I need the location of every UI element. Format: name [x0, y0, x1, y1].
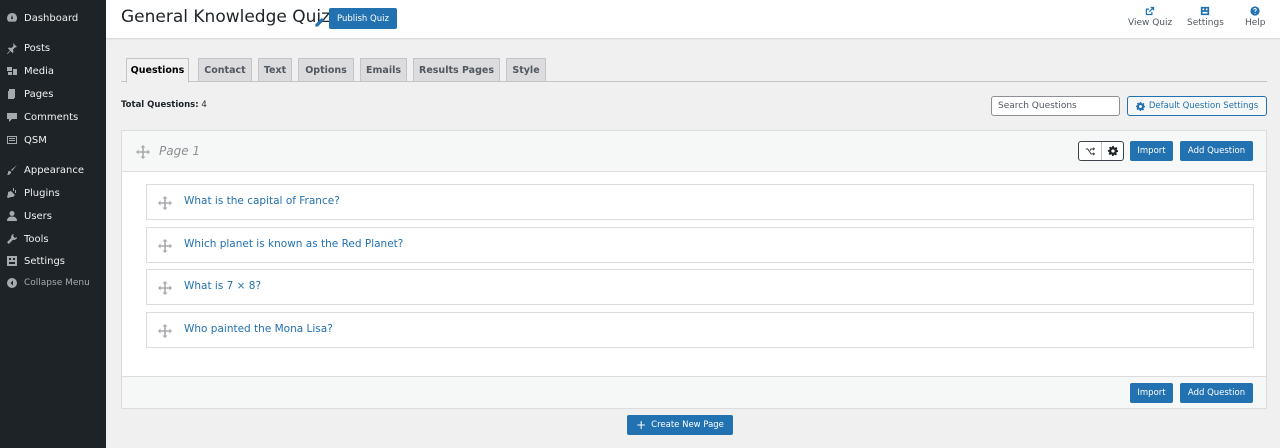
create-page-label: Create New Page [651, 420, 724, 430]
plus-icon: + [636, 418, 647, 432]
brush-icon [6, 164, 18, 176]
sidebar-item-pages[interactable]: Pages [0, 83, 106, 105]
view-quiz-label: View Quiz [1128, 18, 1173, 28]
page-tool-group [1078, 141, 1124, 161]
tab-options[interactable]: Options [298, 58, 354, 82]
question-item[interactable]: What is the capital of France? [146, 184, 1254, 220]
sidebar-item-label: Users [24, 210, 53, 222]
sidebar-item-media[interactable]: Media [0, 60, 106, 82]
help-button[interactable]: Help [1245, 6, 1266, 28]
total-questions: Total Questions: 4 [121, 100, 207, 110]
sidebar-item-label: Comments [24, 111, 79, 123]
settings-label: Settings [1187, 18, 1224, 28]
move-handle-icon[interactable] [158, 280, 172, 295]
tab-questions[interactable]: Questions [126, 58, 189, 83]
pencil-icon[interactable] [314, 13, 325, 27]
move-handle-icon[interactable] [158, 195, 172, 210]
shuffle-button[interactable] [1079, 142, 1101, 160]
question-item[interactable]: Which planet is known as the Red Planet? [146, 227, 1254, 263]
sidebar-item-label: Collapse Menu [24, 278, 90, 288]
sidebar-item-tools[interactable]: Tools [0, 228, 106, 250]
question-text[interactable]: What is 7 × 8? [184, 280, 261, 292]
sidebar-item-label: Dashboard [24, 12, 79, 24]
collapse-icon [6, 277, 18, 289]
sidebar-item-users[interactable]: Users [0, 205, 106, 227]
qsm-icon [6, 134, 18, 146]
sidebar-item-plugins[interactable]: Plugins [0, 182, 106, 204]
help-icon [1250, 6, 1260, 16]
tab-contact[interactable]: Contact [198, 58, 252, 82]
search-questions-input[interactable] [991, 96, 1120, 116]
dashboard-icon [6, 12, 18, 24]
quiz-page-panel: Page 1 Import Add Question What is the c… [121, 130, 1267, 409]
page-footer: Import Add Question [122, 376, 1266, 408]
sidebar-item-appearance[interactable]: Appearance [0, 159, 106, 181]
media-icon [6, 65, 18, 77]
question-text[interactable]: Which planet is known as the Red Planet? [184, 238, 403, 250]
tab-emails[interactable]: Emails [360, 58, 407, 82]
page-header: Page 1 Import Add Question [122, 131, 1266, 172]
page-label: Page 1 [159, 144, 201, 158]
external-link-icon [1145, 6, 1155, 16]
sidebar-item-posts[interactable]: Posts [0, 37, 106, 59]
gear-icon [1107, 146, 1118, 156]
question-item[interactable]: What is 7 × 8? [146, 269, 1254, 305]
question-text[interactable]: Who painted the Mona Lisa? [184, 323, 333, 335]
add-question-button[interactable]: Add Question [1180, 141, 1253, 161]
default-question-settings-button[interactable]: Default Question Settings [1127, 96, 1267, 116]
move-handle-icon[interactable] [158, 323, 172, 338]
settings-button[interactable]: Settings [1187, 6, 1224, 28]
sidebar-item-label: Pages [24, 88, 54, 100]
shuffle-icon [1085, 147, 1095, 156]
import-button[interactable]: Import [1130, 141, 1173, 161]
sidebar-item-comments[interactable]: Comments [0, 106, 106, 128]
view-quiz-button[interactable]: View Quiz [1128, 6, 1172, 28]
collapse-menu-button[interactable]: Collapse Menu [0, 272, 106, 294]
pages-icon [6, 88, 18, 100]
help-label: Help [1245, 18, 1266, 28]
admin-sidebar: Dashboard Posts Media Pages Comments QSM… [0, 0, 106, 448]
tab-style[interactable]: Style [506, 58, 546, 82]
sidebar-item-label: Appearance [24, 164, 85, 176]
sidebar-item-label: QSM [24, 134, 47, 146]
quiz-header: General Knowledge Quiz Publish Quiz View… [106, 0, 1280, 39]
sidebar-item-label: Settings [24, 255, 66, 267]
tab-divider [121, 81, 1267, 82]
publish-quiz-button[interactable]: Publish Quiz [329, 8, 397, 29]
question-text[interactable]: What is the capital of France? [184, 195, 340, 207]
question-item[interactable]: Who painted the Mona Lisa? [146, 312, 1254, 348]
sidebar-item-qsm[interactable]: QSM [0, 129, 106, 151]
sidebar-item-label: Media [24, 65, 55, 77]
total-questions-label: Total Questions: [121, 100, 199, 110]
sidebar-item-dashboard[interactable]: Dashboard [0, 7, 106, 29]
gear-icon [1135, 101, 1145, 111]
import-button[interactable]: Import [1130, 383, 1173, 403]
quiz-title: General Knowledge Quiz [121, 7, 331, 27]
default-settings-label: Default Question Settings [1148, 101, 1259, 111]
sidebar-item-label: Plugins [24, 187, 60, 199]
user-icon [6, 210, 18, 222]
page-settings-button[interactable] [1101, 142, 1123, 160]
create-new-page-button[interactable]: + Create New Page [627, 415, 733, 435]
sidebar-item-label: Tools [24, 233, 49, 245]
pin-icon [6, 42, 18, 54]
settings-icon [6, 255, 18, 267]
comment-icon [6, 111, 18, 123]
move-handle-icon[interactable] [158, 238, 172, 253]
tab-results-pages[interactable]: Results Pages [413, 58, 500, 82]
sidebar-item-settings[interactable]: Settings [0, 250, 106, 272]
tab-text[interactable]: Text [258, 58, 292, 82]
settings-icon [1201, 6, 1210, 16]
wrench-icon [6, 233, 18, 245]
plug-icon [6, 187, 18, 199]
move-handle-icon[interactable] [136, 144, 150, 159]
sidebar-item-label: Posts [24, 42, 51, 54]
add-question-button[interactable]: Add Question [1180, 383, 1253, 403]
total-questions-count: 4 [201, 100, 207, 110]
